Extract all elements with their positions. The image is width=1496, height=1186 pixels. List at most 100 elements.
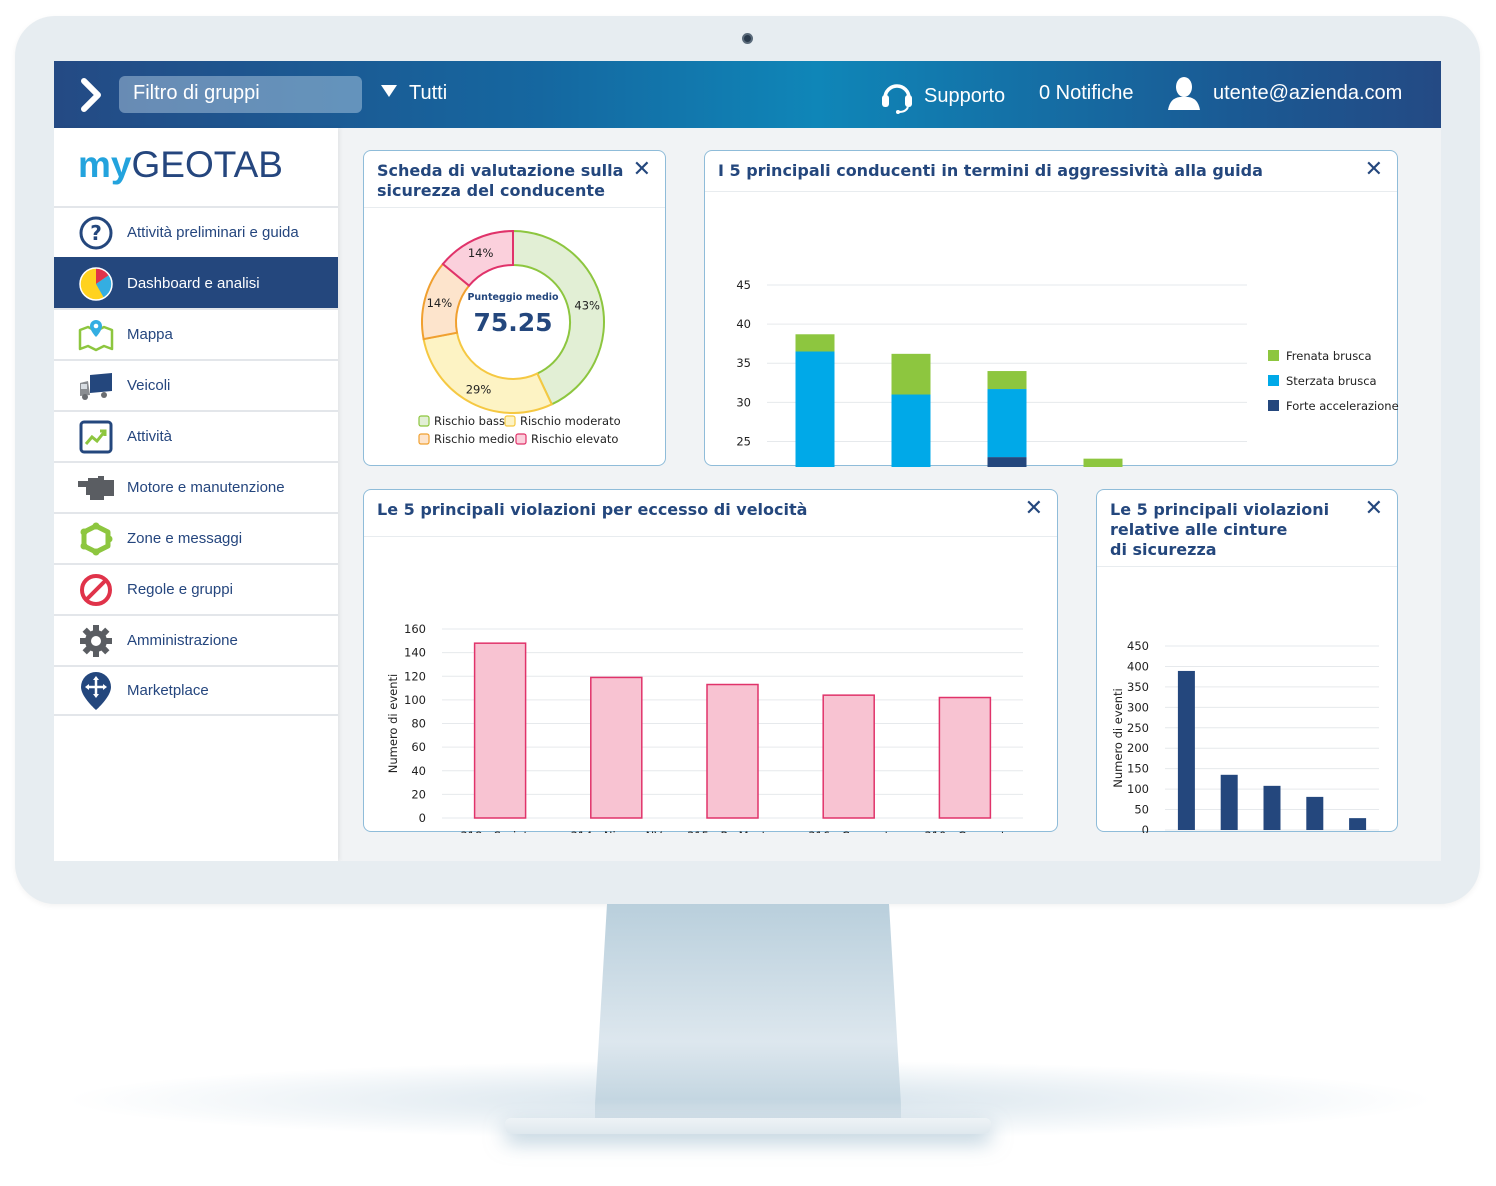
sidebar-item-marketplace[interactable]: Marketplace (54, 665, 338, 716)
sidebar-item-label: Veicoli (127, 377, 171, 394)
marketplace-pin-icon (81, 671, 111, 710)
sidebar-item-administration[interactable]: Amministrazione (54, 614, 338, 665)
help-circle-icon: ? (79, 216, 113, 249)
bar-segment (987, 457, 1027, 467)
y-tick-label: 450 (1127, 639, 1149, 653)
caret-down-icon (381, 85, 397, 97)
monitor-stand (595, 904, 901, 1134)
y-tick-label: 120 (404, 669, 426, 683)
sidebar-item-map[interactable]: Mappa (54, 308, 338, 359)
speeding-violations-panel: Le 5 principali violazioni per eccesso d… (363, 489, 1058, 833)
user-email: utente@azienda.com (1213, 81, 1403, 104)
safety-donut-chart: 43% 29% 14% 14% Punteggio medio 75.25 Rischio … (418, 229, 621, 446)
gear-icon (80, 624, 112, 657)
y-tick-label: 350 (1127, 680, 1149, 694)
user-menu[interactable]: utente@azienda.com (1167, 76, 1402, 110)
svg-text:?: ? (90, 221, 102, 245)
y-tick-label: 80 (411, 717, 426, 731)
legend-swatch (504, 415, 516, 427)
bar (1306, 796, 1324, 830)
bar (590, 676, 643, 819)
sidebar-item-engine[interactable]: Motore e manutenzione (54, 461, 338, 512)
bar (1177, 670, 1195, 830)
bar (938, 696, 992, 819)
aggressive-drivers-panel: I 5 principali conducenti in termini di … (704, 150, 1399, 467)
center-value: 75.25 (473, 308, 552, 337)
activity-chart-icon (79, 420, 113, 453)
y-axis-label: Numero di eventi (1111, 688, 1125, 787)
bar (706, 683, 759, 819)
sidebar-item-label: Amministrazione (127, 632, 238, 649)
legend-label: Rischio basso (434, 414, 512, 428)
sidebar-item-label: Dashboard e analisi (127, 275, 260, 292)
bar-segment (891, 394, 931, 467)
group-filter-value: Tutti (409, 82, 448, 104)
group-filter-input[interactable]: Filtro di gruppi (119, 76, 362, 113)
monitor-stand-base (505, 1118, 991, 1134)
legend-label: Frenata brusca (1286, 349, 1372, 363)
truck-icon (80, 372, 112, 400)
map-icon (78, 319, 114, 351)
support-button[interactable]: Supporto (880, 78, 1005, 114)
y-axis-label: Numero di eventi (386, 674, 400, 773)
legend-label: Sterzata brusca (1286, 374, 1377, 388)
x-tick-label: 314 - Nissan NV (570, 829, 662, 833)
y-tick-label: 250 (1127, 721, 1149, 735)
headset-icon (882, 84, 912, 114)
top-bar: Filtro di gruppi Tutti Supporto 0 Notifi… (54, 61, 1441, 128)
bar (473, 642, 527, 819)
bar (1263, 785, 1281, 830)
mygeotab-logo[interactable]: myGEOTAB (78, 144, 283, 186)
x-tick-label: 316 - Connect (808, 829, 889, 833)
sidebar-item-getting-started[interactable]: ? Attività preliminari e guida (54, 206, 338, 257)
slice-label: 14% (427, 296, 453, 310)
legend-label: Rischio elevato (531, 432, 618, 446)
y-tick-label: 160 (404, 622, 426, 636)
sidebar-item-label: Regole e gruppi (127, 581, 233, 598)
seatbelt-chart: 050100150200250300350400450Veicolo 8Veic… (1111, 639, 1379, 833)
sidebar-item-label: Marketplace (127, 682, 209, 699)
sidebar-item-zones[interactable]: Zone e messaggi (54, 512, 338, 563)
sidebar-item-label: Zone e messaggi (127, 530, 243, 547)
speeding-chart: 0 20 40 60 80 100 120 140 160 318 - Sprinter 314 -… (386, 622, 1023, 833)
donut-slice (422, 331, 554, 414)
chevron-right-icon[interactable] (76, 75, 106, 115)
y-tick-label: 100 (1127, 782, 1149, 796)
group-filter-dropdown[interactable]: Tutti (381, 82, 447, 105)
y-tick-label: 40 (411, 764, 426, 778)
sidebar: myGEOTAB ? Attività preliminari e guida … (54, 128, 338, 861)
bar (1349, 818, 1367, 830)
legend-label: Forte accelerazione (1286, 399, 1399, 413)
y-tick-label: 60 (411, 740, 426, 754)
sidebar-item-activity[interactable]: Attività (54, 410, 338, 461)
bar-segment (987, 389, 1027, 458)
legend-swatch (418, 415, 430, 427)
bar (1220, 774, 1238, 830)
center-label: Punteggio medio (467, 292, 559, 303)
sidebar-item-vehicles[interactable]: Veicoli (54, 359, 338, 410)
stage: Filtro di gruppi Tutti Supporto 0 Notifi… (0, 0, 1496, 1186)
slice-label: 29% (466, 383, 492, 397)
y-tick-label: 300 (1127, 700, 1149, 714)
y-tick-label: 100 (404, 693, 426, 707)
bar-segment (795, 351, 835, 467)
x-tick-label: 315 - ProMaster (687, 829, 778, 833)
safety-scorecard-panel: Scheda di valutazione sulla sicurezza de… (363, 150, 666, 466)
prohibited-icon (80, 573, 112, 606)
legend-swatch (1268, 350, 1279, 361)
zone-icon (80, 522, 113, 555)
legend-swatch (1268, 375, 1279, 386)
sidebar-item-label: Motore e manutenzione (127, 479, 285, 496)
y-tick-label: 40 (736, 317, 751, 331)
legend-label: Rischio medio (434, 432, 514, 446)
sidebar-item-dashboard[interactable]: Dashboard e analisi (54, 257, 338, 308)
pie-chart-icon (79, 266, 113, 301)
sidebar-item-label: Mappa (127, 326, 173, 343)
sidebar-item-rules[interactable]: Regole e gruppi (54, 563, 338, 614)
y-tick-label: 200 (1127, 741, 1149, 755)
sidebar-nav: ? Attività preliminari e guida Dashboard… (54, 206, 338, 716)
notifications-button[interactable]: 0 Notifiche (1039, 82, 1134, 105)
legend-swatch (1268, 400, 1279, 411)
y-tick-label: 45 (736, 278, 751, 292)
bar (822, 694, 875, 819)
